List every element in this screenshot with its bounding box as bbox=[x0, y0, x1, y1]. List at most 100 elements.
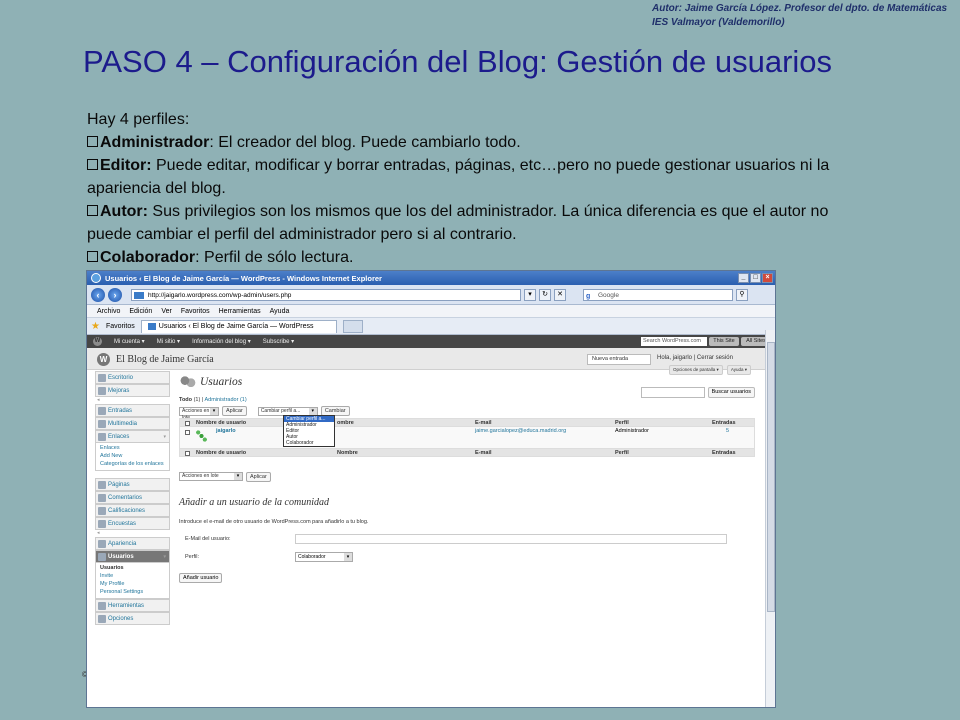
menu-favoritos[interactable]: Favoritos bbox=[181, 308, 210, 315]
stop-icon[interactable]: ✕ bbox=[554, 288, 566, 301]
menu-ver[interactable]: Ver bbox=[161, 308, 172, 315]
posts-icon bbox=[98, 406, 106, 415]
page-title-text: Usuarios bbox=[200, 376, 243, 388]
role-select[interactable]: Colaborador ▾ bbox=[295, 552, 353, 562]
apply-button[interactable]: Aplicar bbox=[222, 406, 247, 416]
submenu-invite[interactable]: Invite bbox=[100, 572, 169, 580]
new-tab[interactable] bbox=[342, 319, 363, 333]
forward-arrow-icon[interactable]: › bbox=[108, 287, 122, 302]
sidebar-item-escritorio[interactable]: Escritorio bbox=[95, 371, 170, 384]
row-email[interactable]: jaime.garcialopez@educa.madrid.org bbox=[475, 428, 566, 434]
search-icon[interactable]: ⚲ bbox=[736, 288, 748, 301]
apply-button-bottom[interactable]: Aplicar bbox=[246, 472, 271, 482]
help-button[interactable]: Ayuda ▾ bbox=[726, 365, 751, 375]
column-role[interactable]: Perfil bbox=[615, 450, 629, 456]
column-username[interactable]: Nombre de usuario bbox=[196, 420, 246, 426]
refresh-icon[interactable]: ↻ bbox=[539, 288, 551, 301]
column-email[interactable]: E-mail bbox=[475, 450, 492, 456]
column-name[interactable]: Nombre bbox=[337, 450, 358, 456]
user-search-input[interactable] bbox=[640, 387, 705, 398]
submenu-personal-settings[interactable]: Personal Settings bbox=[100, 588, 169, 596]
bulk-actions-select-bottom[interactable]: Acciones en lote ▾ bbox=[179, 472, 243, 481]
add-user-intro: Introduce el e-mail de otro usuario de W… bbox=[179, 519, 369, 525]
sidebar-item-entradas[interactable]: Entradas bbox=[95, 404, 170, 417]
column-posts[interactable]: Entradas bbox=[712, 420, 736, 426]
sidebar-item-usuarios[interactable]: Usuarios ▾ bbox=[95, 550, 170, 563]
role-label: Perfil: bbox=[185, 554, 200, 560]
menu-herramientas[interactable]: Herramientas bbox=[219, 308, 261, 315]
blog-title[interactable]: El Blog de Jaime García bbox=[116, 354, 214, 365]
sidebar-item-enlaces[interactable]: Enlaces ▾ bbox=[95, 430, 170, 443]
expand-arrow-icon[interactable]: ▾ bbox=[163, 434, 166, 440]
vertical-scrollbar[interactable] bbox=[765, 330, 775, 707]
sidebar-item-comentarios[interactable]: Comentarios bbox=[95, 491, 170, 504]
sidebar-item-calificaciones[interactable]: Calificaciones bbox=[95, 504, 170, 517]
new-entry-button[interactable]: Nueva entrada bbox=[587, 354, 651, 365]
sidebar-item-label: Encuestas bbox=[108, 520, 137, 527]
wpbar-account[interactable]: Mi cuenta ▾ bbox=[114, 338, 145, 345]
wpbar-bloginfo[interactable]: Información del blog ▾ bbox=[192, 338, 251, 345]
close-icon[interactable]: × bbox=[762, 273, 773, 283]
maximize-icon[interactable]: □ bbox=[750, 273, 761, 283]
sidebar-item-mejoras[interactable]: Mejoras bbox=[95, 384, 170, 397]
column-email[interactable]: E-mail bbox=[475, 420, 492, 426]
chevron-down-icon: ▾ bbox=[234, 473, 242, 480]
wpbar-site[interactable]: Mi sitio ▾ bbox=[157, 338, 180, 345]
sidebar-item-apariencia[interactable]: Apariencia bbox=[95, 537, 170, 550]
wordpress-logo-icon[interactable]: W bbox=[93, 337, 102, 346]
expand-arrow-icon[interactable]: ▾ bbox=[163, 554, 166, 560]
sidebar-item-multimedia[interactable]: Multimedia bbox=[95, 417, 170, 430]
role-select-value: Colaborador bbox=[298, 554, 326, 560]
chevron-down-icon: ▾ bbox=[210, 407, 218, 415]
menu-edicion[interactable]: Edición bbox=[129, 308, 152, 315]
column-role[interactable]: Perfil bbox=[615, 420, 629, 426]
column-username[interactable]: Nombre de usuario bbox=[196, 450, 246, 456]
minimize-icon[interactable]: _ bbox=[738, 273, 749, 283]
screen-options-button[interactable]: Opciones de pantalla ▾ bbox=[669, 365, 723, 375]
submenu-my-profile[interactable]: My Profile bbox=[100, 580, 169, 588]
submenu-usuarios[interactable]: Usuarios bbox=[100, 564, 169, 572]
role-option[interactable]: Colaborador bbox=[284, 440, 334, 446]
sidebar-item-label: Herramientas bbox=[108, 602, 145, 609]
menu-archivo[interactable]: Archivo bbox=[97, 308, 120, 315]
column-posts[interactable]: Entradas bbox=[712, 450, 736, 456]
add-user-button[interactable]: Añadir usuario bbox=[179, 573, 223, 583]
sidebar-item-paginas[interactable]: Páginas bbox=[95, 478, 170, 491]
profile-desc: Sus privilegios son los mismos que los d… bbox=[87, 203, 829, 243]
bulk-actions-select[interactable]: Acciones en lote▾ bbox=[179, 406, 219, 421]
search-users-button[interactable]: Buscar usuarios bbox=[707, 387, 755, 398]
dropdown-arrow-icon[interactable]: ▾ bbox=[524, 288, 536, 301]
this-site-button[interactable]: This Site bbox=[709, 337, 739, 346]
wp-search-input[interactable]: Search WordPress.com bbox=[641, 337, 707, 346]
submenu-link-categories[interactable]: Categorías de los enlaces bbox=[100, 460, 169, 468]
sidebar-item-opciones[interactable]: Opciones bbox=[95, 612, 170, 625]
wpbar-subscribe[interactable]: Subscribe ▾ bbox=[263, 338, 294, 345]
search-field[interactable]: g Google bbox=[583, 288, 733, 301]
author-line-1: Autor: Jaime García López. Profesor del … bbox=[652, 3, 948, 14]
row-username[interactable]: jaigarlo bbox=[216, 428, 236, 434]
url-field[interactable]: http://jaigarlo.wordpress.com/wp-admin/u… bbox=[131, 288, 521, 301]
profile-desc: El creador del blog. Puede cambiarlo tod… bbox=[213, 134, 521, 151]
submenu-add-new[interactable]: Add New bbox=[100, 452, 169, 460]
scrollbar-thumb[interactable] bbox=[767, 342, 775, 612]
select-all-checkbox[interactable] bbox=[185, 451, 190, 456]
sidebar-item-label: Enlaces bbox=[108, 433, 130, 440]
row-posts[interactable]: 5 bbox=[726, 428, 729, 434]
favorites-label[interactable]: Favoritos bbox=[106, 323, 135, 330]
media-icon bbox=[98, 419, 106, 428]
back-arrow-icon[interactable]: ‹ bbox=[91, 287, 105, 302]
column-name[interactable]: ombre bbox=[337, 420, 354, 426]
user-greeting[interactable]: Hola, jaigarlo | Cerrar sesión bbox=[657, 355, 733, 361]
submenu-enlaces[interactable]: Enlaces bbox=[100, 444, 169, 452]
select-all-checkbox[interactable] bbox=[185, 421, 190, 426]
filter-all[interactable]: Todo bbox=[179, 397, 192, 403]
ie-logo-icon bbox=[91, 273, 101, 283]
sidebar-item-encuestas[interactable]: Encuestas bbox=[95, 517, 170, 530]
menu-ayuda[interactable]: Ayuda bbox=[270, 308, 290, 315]
browser-tab[interactable]: Usuarios ‹ El Blog de Jaime García — Wor… bbox=[140, 319, 337, 333]
row-checkbox[interactable] bbox=[185, 430, 190, 435]
email-field[interactable] bbox=[295, 534, 727, 544]
filter-admin[interactable]: Administrador (1) bbox=[204, 397, 246, 403]
favorites-star-icon[interactable]: ★ bbox=[91, 321, 100, 332]
sidebar-item-herramientas[interactable]: Herramientas bbox=[95, 599, 170, 612]
